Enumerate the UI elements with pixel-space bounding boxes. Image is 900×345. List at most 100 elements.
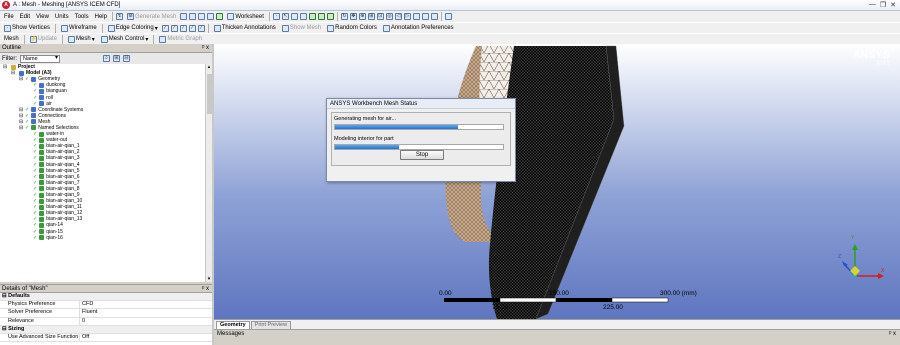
- check-icon: ✓: [33, 155, 38, 162]
- close-button[interactable]: ✕: [890, 1, 896, 9]
- isometric-view-icon[interactable]: [412, 13, 420, 20]
- edge-style-5-icon[interactable]: ⁄: [197, 24, 205, 32]
- edge-coloring-button[interactable]: Edge Coloring ▾: [106, 24, 160, 33]
- zoom-fit-icon[interactable]: ⊡: [376, 13, 384, 20]
- details-value[interactable]: 0: [80, 318, 85, 325]
- tree-item-label: Named Selections: [38, 124, 79, 131]
- generate-mesh-button[interactable]: ⚙ Generate Mesh: [125, 12, 178, 21]
- select-edge-icon[interactable]: [299, 13, 307, 20]
- details-group-header[interactable]: ⊟ Sizing: [0, 325, 212, 334]
- named-selection-icon: [39, 210, 45, 216]
- check-icon: ✓: [33, 179, 38, 186]
- show-mesh-button[interactable]: Show Mesh: [280, 24, 323, 33]
- named-selection-icon: [39, 204, 45, 210]
- edge-style-2-icon[interactable]: ⁄: [170, 24, 178, 32]
- tree-item-label: water-out: [46, 137, 68, 144]
- maximize-button[interactable]: ❐: [880, 1, 886, 9]
- next-view-icon[interactable]: ▷: [403, 13, 411, 20]
- select-body-icon[interactable]: [317, 13, 325, 20]
- edge-style-3-icon[interactable]: ⁄: [179, 24, 187, 32]
- tab-geometry[interactable]: Geometry: [216, 321, 250, 329]
- box-zoom-icon[interactable]: ⊞: [367, 13, 375, 20]
- select-point-icon[interactable]: ·: [272, 13, 280, 20]
- tree-item-label: Model (A3): [26, 70, 52, 77]
- expand-all-icon[interactable]: ⊞: [113, 55, 120, 62]
- outline-scrollbar[interactable]: ▴ ▾: [205, 64, 212, 282]
- graphics-viewport[interactable]: ANSYS R14.5 0.00 150.00 300.00 (mm) 75.0…: [214, 44, 900, 319]
- details-value[interactable]: Fluent: [80, 309, 97, 316]
- filter-select[interactable]: Name: [20, 54, 60, 63]
- preview-icon[interactable]: [180, 13, 188, 20]
- select-vertex-icon[interactable]: [290, 13, 298, 20]
- select-node-icon[interactable]: [326, 13, 334, 20]
- details-value[interactable]: CFD: [80, 301, 93, 308]
- details-row[interactable]: Use Advanced Size Function Off: [0, 333, 212, 343]
- model-icon: [31, 113, 37, 119]
- mesh-dropdown-button[interactable]: Mesh ▾: [66, 35, 97, 44]
- menu-file[interactable]: File: [2, 14, 16, 20]
- menu-units[interactable]: Units: [53, 14, 71, 20]
- zoom-icon[interactable]: ⊕: [358, 13, 366, 20]
- pan-icon[interactable]: ✥: [349, 13, 357, 20]
- toolbar-separator: [207, 23, 209, 33]
- named-selection-icon: [31, 125, 37, 131]
- app-icon: A: [2, 1, 10, 9]
- toolbar-separator: [440, 12, 442, 21]
- update-button[interactable]: ⚡ Update: [28, 35, 59, 44]
- menu-tools[interactable]: Tools: [73, 14, 91, 20]
- pin-icon[interactable]: ᵖ x: [202, 44, 209, 53]
- magnifier-icon[interactable]: ◎: [385, 13, 393, 20]
- pin-icon[interactable]: ᵖ x: [202, 285, 209, 293]
- show-vertices-button[interactable]: · Show Vertices: [2, 24, 52, 33]
- select-face-icon[interactable]: [308, 13, 316, 20]
- window-layout-icon[interactable]: [444, 13, 452, 20]
- stop-button[interactable]: Stop: [400, 150, 444, 160]
- rotate-icon[interactable]: ↻: [340, 13, 348, 20]
- details-row[interactable]: Solver Preference Fluent: [0, 309, 212, 318]
- menu-view[interactable]: View: [34, 14, 51, 20]
- edge-style-4-icon[interactable]: ⁄: [188, 24, 196, 32]
- lock-icon[interactable]: [421, 13, 429, 20]
- named-selection-icon[interactable]: ↯: [115, 13, 123, 20]
- check-icon: ✓: [33, 100, 38, 107]
- filter-search-icon[interactable]: ⌕: [103, 55, 110, 62]
- layout-icon[interactable]: [430, 13, 438, 20]
- toolbar-separator: [336, 12, 338, 21]
- expander-icon[interactable]: ⊟: [19, 119, 23, 125]
- section-plane-icon[interactable]: [216, 13, 224, 20]
- annotation-preferences-button[interactable]: Annotation Preferences: [381, 24, 456, 33]
- minimize-button[interactable]: —: [869, 1, 876, 9]
- mesh-control-button[interactable]: Mesh Control ▾: [99, 35, 151, 44]
- expander-icon[interactable]: ⊟: [19, 107, 23, 113]
- expander-icon[interactable]: ⊟: [3, 64, 7, 70]
- expander-icon[interactable]: ⊟: [19, 76, 23, 82]
- edge-style-1-icon[interactable]: ⁄: [161, 24, 169, 32]
- expander-icon[interactable]: ⊟: [19, 125, 23, 131]
- select-mode-icon[interactable]: ↖: [281, 13, 289, 20]
- image-icon[interactable]: [189, 13, 197, 20]
- details-row[interactable]: Relevance 0: [0, 317, 212, 326]
- wireframe-button[interactable]: Wireframe: [59, 24, 99, 33]
- details-value[interactable]: Off: [80, 334, 89, 341]
- metric-graph-button[interactable]: Metric Graph: [157, 35, 204, 44]
- thicken-annotations-button[interactable]: Thicken Annotations: [212, 24, 278, 33]
- tree-item-label: bian-air-qian_6: [46, 173, 80, 180]
- worksheet-label: Worksheet: [235, 13, 264, 20]
- collapse-all-icon[interactable]: ⊟: [123, 55, 130, 62]
- tree-item[interactable]: ✓ qian-16: [0, 235, 205, 241]
- named-selection-icon: [39, 174, 45, 180]
- previous-view-icon[interactable]: ◁: [394, 13, 402, 20]
- details-row[interactable]: Physics Preference CFD: [0, 301, 212, 310]
- menu-edit[interactable]: Edit: [18, 14, 32, 20]
- print-icon[interactable]: [207, 13, 215, 20]
- menu-help[interactable]: Help: [93, 14, 109, 20]
- expander-icon[interactable]: ⊟: [19, 113, 23, 119]
- camera-icon[interactable]: [198, 13, 206, 20]
- tree-item-label: bian-air-qian_8: [46, 185, 80, 192]
- pin-icon[interactable]: ᵖ x: [889, 330, 896, 339]
- details-group-header[interactable]: ⊟ Defaults: [0, 293, 212, 302]
- expander-icon[interactable]: ⊟: [11, 70, 15, 76]
- worksheet-button[interactable]: Worksheet: [225, 12, 266, 21]
- random-colors-button[interactable]: Random Colors: [325, 24, 379, 33]
- tab-print-preview[interactable]: Print Preview: [250, 321, 292, 329]
